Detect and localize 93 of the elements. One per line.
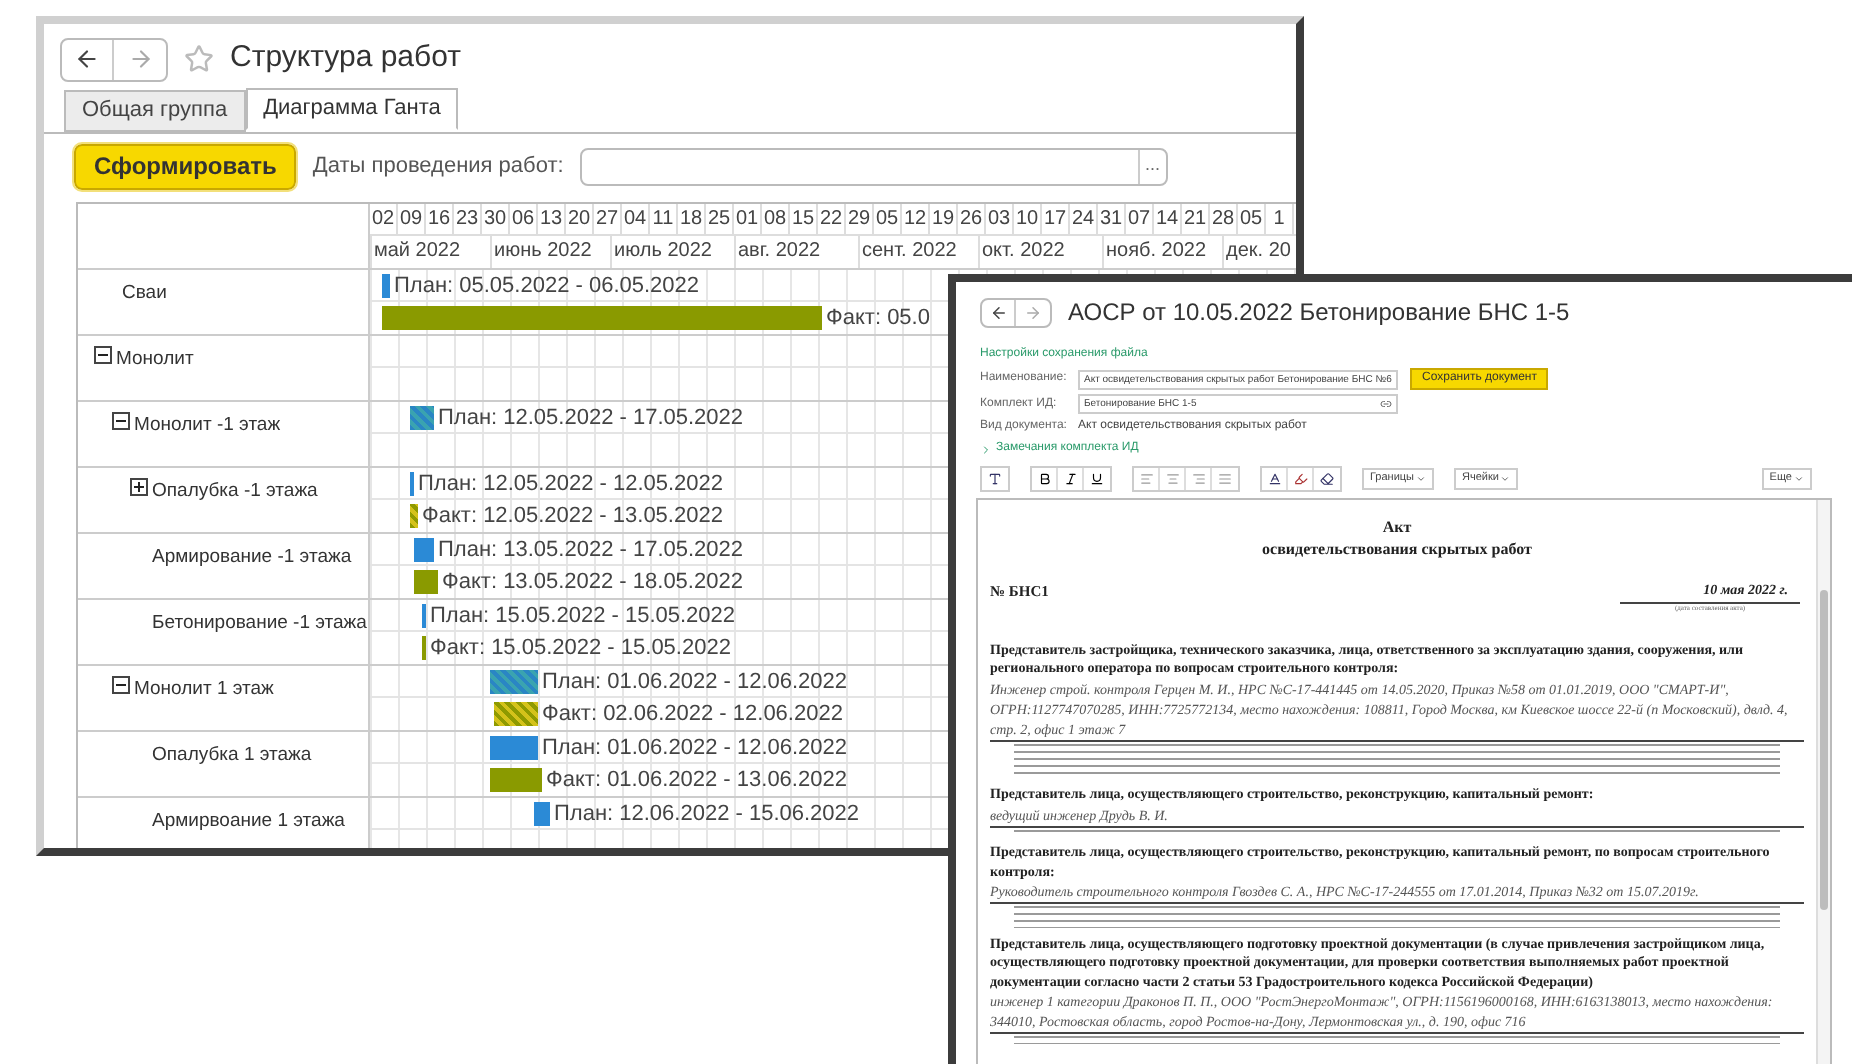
bar-label: План: 01.06.2022 - 12.06.2022 (542, 734, 848, 764)
week-day-label: 25 (706, 204, 734, 234)
chevron-icon[interactable] (980, 443, 992, 455)
week-day-label: 05 (1238, 204, 1266, 234)
week-day-label: 20 (566, 204, 594, 234)
month-label: авг. 2022 (734, 236, 821, 268)
fact-bar[interactable] (410, 504, 418, 528)
week-day-label: 13 (538, 204, 566, 234)
collapse-icon[interactable] (112, 412, 130, 430)
back-arrow-icon (989, 303, 1007, 321)
week-day-label: 02 (370, 204, 398, 234)
back-arrow-icon (74, 46, 100, 72)
bar-label: План: 01.06.2022 - 12.06.2022 (542, 668, 848, 698)
task-name[interactable]: Опалубка -1 этажа (152, 478, 318, 507)
week-day-label: 21 (1182, 204, 1210, 234)
bar-label: План: 05.05.2022 - 06.05.2022 (394, 272, 700, 302)
dates-label: Даты проведения работ: (312, 151, 564, 182)
week-day-label: 16 (426, 204, 454, 234)
dates-field[interactable]: ... (579, 147, 1168, 185)
week-day-label: 06 (510, 204, 538, 234)
week-day-label: 29 (846, 204, 874, 234)
bar-label: План: 13.05.2022 - 17.05.2022 (438, 536, 744, 566)
week-day-label: 12 (902, 204, 930, 234)
window-title: АОСР от 10.05.2022 Бетонирование БНС 1-5 (1068, 296, 1570, 330)
week-day-label: 23 (454, 204, 482, 234)
bar-label: Факт: 12.05.2022 - 13.05.2022 (422, 502, 723, 532)
caret-icon (1416, 474, 1426, 484)
bar-label: План: 12.05.2022 - 17.05.2022 (438, 404, 744, 434)
vertical-scrollbar[interactable] (1816, 500, 1830, 1064)
task-name[interactable]: Монолит 1 этаж (134, 676, 274, 705)
week-day-label: 07 (1126, 204, 1154, 234)
month-label: окт. 2022 (978, 236, 1065, 268)
week-day-label: 15 (790, 204, 818, 234)
week-day-label: 1 (1266, 204, 1294, 234)
month-label: дек. 20 (1222, 236, 1291, 268)
forward-arrow-icon (127, 46, 153, 72)
document-title: освидетельствования скрытых работ (1260, 538, 1534, 560)
bar-label: Факт: 01.06.2022 - 13.06.2022 (546, 766, 847, 796)
task-name[interactable]: Сваи (122, 280, 167, 309)
week-day-label: 10 (1014, 204, 1042, 234)
month-label: июнь 2022 (490, 236, 592, 268)
week-day-label: 09 (398, 204, 426, 234)
week-day-label: 05 (874, 204, 902, 234)
collapse-icon[interactable] (112, 676, 130, 694)
week-day-label: 30 (482, 204, 510, 234)
document-title: Акт (1380, 516, 1414, 538)
plan-bar[interactable] (490, 670, 538, 694)
forward-arrow-icon (1024, 303, 1042, 321)
week-day-label: 22 (818, 204, 846, 234)
open-icon[interactable] (1380, 398, 1392, 410)
bar-label: План: 15.05.2022 - 15.05.2022 (430, 602, 736, 632)
task-name[interactable]: Бетонирование -1 этажа (152, 610, 367, 639)
task-name[interactable]: Армирование -1 этажа (152, 544, 352, 573)
generate-button[interactable]: Сформировать (74, 143, 297, 189)
week-day-label: 31 (1098, 204, 1126, 234)
week-day-label: 08 (762, 204, 790, 234)
favorite-star-icon[interactable] (184, 44, 214, 74)
fact-bar[interactable] (494, 702, 538, 726)
window-title: Структура работ (230, 38, 461, 79)
bar-label: Факт: 15.05.2022 - 15.05.2022 (430, 634, 731, 664)
month-label: сент. 2022 (858, 236, 957, 268)
collapse-icon[interactable] (94, 346, 112, 364)
week-day-label: 18 (678, 204, 706, 234)
bar-label: Факт: 02.06.2022 - 12.06.2022 (542, 700, 843, 730)
month-label: май 2022 (370, 236, 461, 268)
week-day-label: 26 (958, 204, 986, 234)
week-day-label: 14 (1154, 204, 1182, 234)
week-day-label: 04 (622, 204, 650, 234)
expand-icon[interactable] (130, 478, 148, 496)
month-label: июль 2022 (610, 236, 712, 268)
caret-icon (1500, 474, 1511, 484)
select-button[interactable]: ... (1137, 149, 1166, 183)
bar-label: План: 12.06.2022 - 15.06.2022 (554, 800, 860, 830)
week-day-label: 17 (1042, 204, 1070, 234)
week-day-label: 01 (734, 204, 762, 234)
task-name[interactable]: Монолит -1 этаж (134, 412, 281, 441)
bar-label: Факт: 13.05.2022 - 18.05.2022 (442, 568, 743, 598)
bar-label: Факт: 05.0 (826, 304, 930, 334)
week-day-label: 27 (594, 204, 622, 234)
week-day-label: 28 (1210, 204, 1238, 234)
task-name[interactable]: Монолит (116, 346, 194, 375)
tab[interactable]: Диаграмма Ганта (245, 88, 459, 130)
tab[interactable]: Общая группа (64, 90, 246, 132)
task-name[interactable]: Опалубка 1 этажа (152, 742, 312, 771)
month-label: нояб. 2022 (1102, 236, 1207, 268)
week-day-label: 24 (1070, 204, 1098, 234)
week-day-label: 19 (930, 204, 958, 234)
week-day-label: 03 (986, 204, 1014, 234)
week-day-label: 11 (650, 204, 678, 234)
task-name[interactable]: Армирвоание 1 этажа (152, 808, 345, 837)
plan-bar[interactable] (410, 406, 434, 430)
bar-label: План: 12.05.2022 - 12.05.2022 (418, 470, 724, 500)
caret-icon (1794, 474, 1804, 484)
